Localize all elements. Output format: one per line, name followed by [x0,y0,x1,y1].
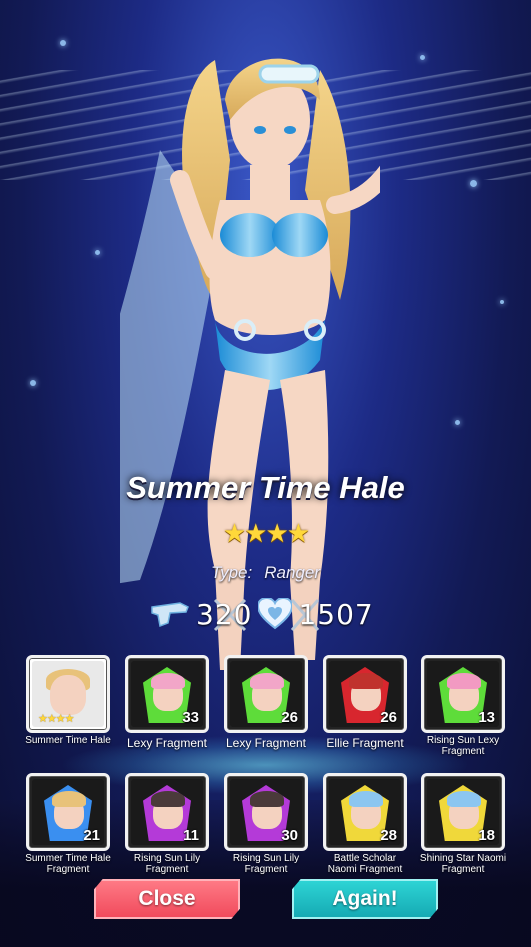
again-button[interactable]: Again! [292,879,438,919]
reward-tile[interactable]: 21 [26,773,110,851]
reward-tile[interactable]: 18 [421,773,505,851]
reward-item-fragment[interactable]: 33 Lexy Fragment [122,655,212,750]
portrait-hair [250,673,284,689]
sparkle [500,300,504,304]
type-label: Type: [210,563,253,582]
sparkle [95,250,100,255]
character-star-rating: ★★★★ [222,518,310,548]
reward-label: Lexy Fragment [225,736,307,750]
reward-label: Rising Sun Lily Fragment [133,853,201,875]
character-name: Summer Time Hale [126,470,405,505]
sparkle [30,380,36,386]
portrait-hair [250,791,284,807]
type-value: Ranger [264,563,321,582]
health-value: 1507 [298,597,374,631]
reward-label: Summer Time Hale [25,735,111,746]
reward-tile[interactable]: 28 [323,773,407,851]
reward-label: Shining Star Naomi Fragment [419,853,507,875]
attack-value: 320 [196,597,253,631]
reward-item-fragment[interactable]: 26 Lexy Fragment [221,655,311,750]
reward-item-fragment[interactable]: 18 Shining Star Naomi Fragment [418,773,508,875]
reward-label: Battle Scholar Naomi Fragment [327,853,403,875]
fragment-count: 30 [281,827,298,844]
fragment-count: 11 [183,827,199,844]
reward-label: Summer Time Hale Fragment [25,853,111,875]
reward-tile[interactable]: 26 [224,655,308,733]
reward-item-fragment[interactable]: 28 Battle Scholar Naomi Fragment [320,773,410,875]
reward-tile[interactable]: 26 [323,655,407,733]
health-heart-icon [258,598,293,630]
reward-tile[interactable]: ★★★★ [26,655,110,733]
character-illustration [120,58,380,670]
reward-item-fragment[interactable]: 26 Ellie Fragment [320,655,410,750]
fragment-count: 26 [380,709,397,726]
fragment-count: 26 [281,709,298,726]
portrait-hair [447,673,481,689]
portrait-hair [349,673,383,689]
reward-tile[interactable]: 30 [224,773,308,851]
fragment-count: 33 [182,709,199,726]
reward-item-fragment[interactable]: 11 Rising Sun Lily Fragment [122,773,212,875]
fragment-count: 13 [478,709,495,726]
fragment-count: 28 [380,827,397,844]
sparkle [455,420,460,425]
fragment-count: 21 [83,827,100,844]
reward-row: 21 Summer Time Hale Fragment 11 Rising S… [20,773,511,893]
sparkle [420,55,425,60]
reward-item-character[interactable]: ★★★★ Summer Time Hale [23,655,113,746]
reward-tile[interactable]: 11 [125,773,209,851]
reward-label: Ellie Fragment [326,736,404,750]
fragment-count: 18 [478,827,495,844]
reward-label: Rising Sun Lexy Fragment [426,735,500,757]
character-type: Type: Ranger [0,563,531,583]
portrait-hair [52,791,86,807]
reward-item-fragment[interactable]: 21 Summer Time Hale Fragment [23,773,113,875]
close-button[interactable]: Close [94,879,240,919]
character-stats: 320 1507 [150,596,390,632]
character-portrait [50,675,86,715]
sparkle [60,40,66,46]
reward-item-fragment[interactable]: 30 Rising Sun Lily Fragment [221,773,311,875]
reward-item-fragment[interactable]: 13 Rising Sun Lexy Fragment [418,655,508,757]
portrait-hair [151,791,185,807]
sparkle [470,180,477,187]
reward-tile[interactable]: 33 [125,655,209,733]
portrait-hair [447,791,481,807]
portrait-hair [349,791,383,807]
reward-label: Lexy Fragment [126,736,208,750]
reward-star-rating: ★★★★ [38,713,74,725]
portrait-hair [151,673,185,689]
attack-gun-icon [150,599,190,629]
reward-tile[interactable]: 13 [421,655,505,733]
reward-label: Rising Sun Lily Fragment [232,853,300,875]
reward-row: ★★★★ Summer Time Hale 33 Lexy Fragment 2… [20,655,511,775]
